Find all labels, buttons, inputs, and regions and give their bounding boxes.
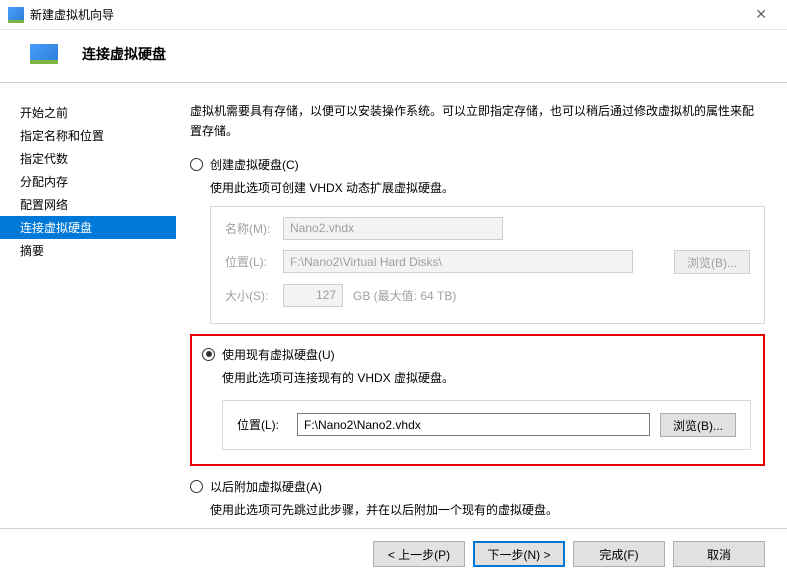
create-desc: 使用此选项可创建 VHDX 动态扩展虚拟硬盘。 [210,179,765,196]
sidebar-item-generation[interactable]: 指定代数 [18,147,176,170]
intro-text: 虚拟机需要具有存储，以便可以安装操作系统。可以立即指定存储，也可以稍后通过修改虚… [190,101,765,142]
use-location-label: 位置(L): [237,416,287,433]
wizard-sidebar: 开始之前 指定名称和位置 指定代数 分配内存 配置网络 连接虚拟硬盘 摘要 [0,83,176,528]
use-location-input[interactable] [297,413,650,436]
sidebar-item-network[interactable]: 配置网络 [18,193,176,216]
cancel-button[interactable]: 取消 [673,541,765,567]
radio-use-existing[interactable] [202,348,215,361]
size-input [283,284,343,307]
size-suffix: GB (最大值: 64 TB) [353,287,456,304]
next-button[interactable]: 下一步(N) > [473,541,565,567]
finish-button[interactable]: 完成(F) [573,541,665,567]
wizard-icon [30,44,58,64]
sidebar-item-begin[interactable]: 开始之前 [18,101,176,124]
later-desc: 使用此选项可先跳过此步骤，并在以后附加一个现有的虚拟硬盘。 [210,501,765,518]
window-title: 新建虚拟机向导 [30,6,114,23]
option-attach-later: 以后附加虚拟硬盘(A) 使用此选项可先跳过此步骤，并在以后附加一个现有的虚拟硬盘… [190,478,765,518]
app-icon [8,7,24,23]
name-label: 名称(M): [225,220,283,237]
radio-create-disk[interactable] [190,158,203,171]
create-fieldset: 名称(M): 位置(L): 浏览(B)... 大小(S): GB (最大值: 6… [210,206,765,324]
browse-create-button: 浏览(B)... [674,250,750,274]
use-desc: 使用此选项可连接现有的 VHDX 虚拟硬盘。 [222,369,751,386]
location-label: 位置(L): [225,253,283,270]
main-content: 虚拟机需要具有存储，以便可以安装操作系统。可以立即指定存储，也可以稍后通过修改虚… [176,83,787,528]
browse-use-button[interactable]: 浏览(B)... [660,413,736,437]
option-use-existing-highlight: 使用现有虚拟硬盘(U) 使用此选项可连接现有的 VHDX 虚拟硬盘。 位置(L)… [190,334,765,466]
location-input [283,250,633,273]
size-label: 大小(S): [225,287,283,304]
wizard-body: 开始之前 指定名称和位置 指定代数 分配内存 配置网络 连接虚拟硬盘 摘要 虚拟… [0,83,787,528]
radio-use-label[interactable]: 使用现有虚拟硬盘(U) [222,346,335,363]
name-input [283,217,503,240]
use-fieldset: 位置(L): 浏览(B)... [222,400,751,450]
sidebar-item-memory[interactable]: 分配内存 [18,170,176,193]
radio-later-label[interactable]: 以后附加虚拟硬盘(A) [210,478,322,495]
radio-create-label[interactable]: 创建虚拟硬盘(C) [210,156,299,173]
wizard-footer: < 上一步(P) 下一步(N) > 完成(F) 取消 [0,528,787,579]
page-title: 连接虚拟硬盘 [82,44,166,64]
close-icon[interactable]: ✕ [743,6,779,23]
sidebar-item-disk[interactable]: 连接虚拟硬盘 [0,216,176,239]
sidebar-item-name[interactable]: 指定名称和位置 [18,124,176,147]
wizard-header: 连接虚拟硬盘 [0,30,787,83]
back-button[interactable]: < 上一步(P) [373,541,465,567]
titlebar: 新建虚拟机向导 ✕ [0,0,787,30]
sidebar-item-summary[interactable]: 摘要 [18,239,176,262]
radio-attach-later[interactable] [190,480,203,493]
option-create-disk: 创建虚拟硬盘(C) 使用此选项可创建 VHDX 动态扩展虚拟硬盘。 名称(M):… [190,156,765,324]
